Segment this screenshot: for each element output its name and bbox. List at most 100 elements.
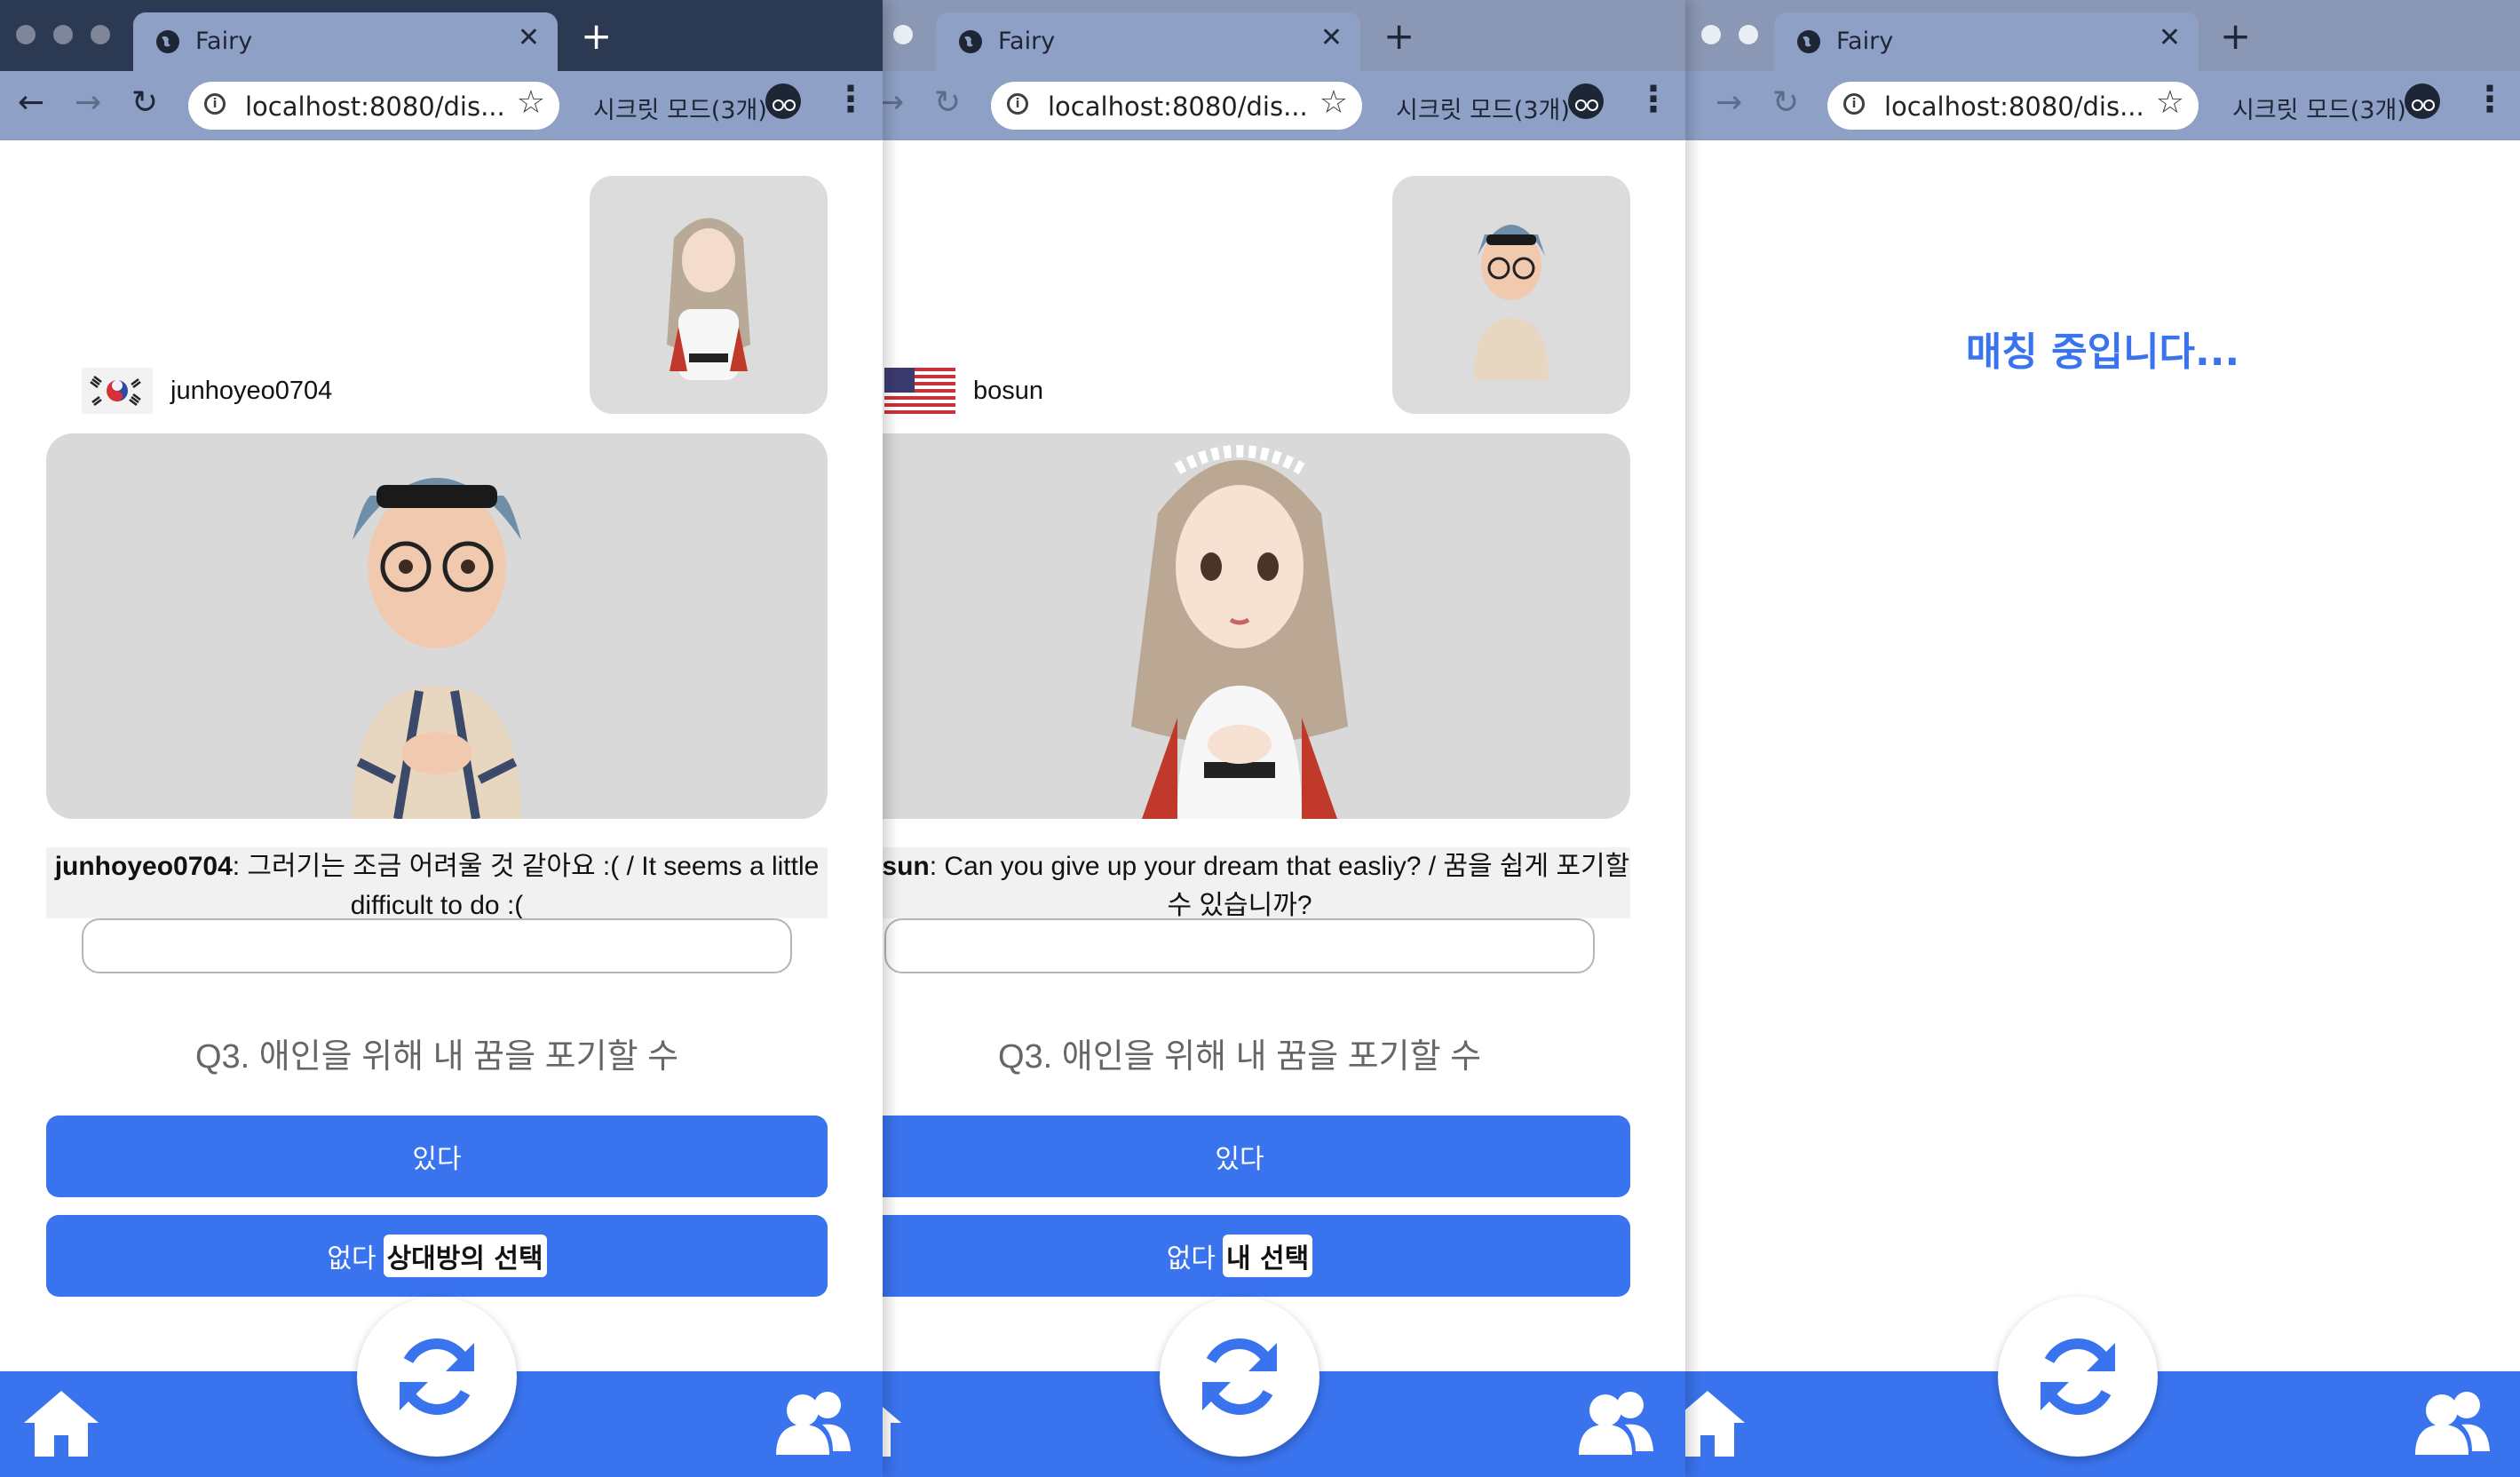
partner-video bbox=[46, 433, 828, 819]
reload-icon[interactable]: ↻ bbox=[1772, 87, 1799, 119]
url-text: localhost:8080/dis... bbox=[245, 91, 505, 122]
question-text: Q3. 애인을 위해 내 꿈을 포기할 수 bbox=[194, 1038, 679, 1076]
close-tab-icon[interactable]: ✕ bbox=[518, 25, 540, 52]
forward-arrow-icon[interactable]: → bbox=[883, 87, 904, 119]
star-icon[interactable]: ☆ bbox=[1319, 87, 1348, 119]
tab-title: Fairy bbox=[1836, 28, 1894, 55]
self-video-preview bbox=[1392, 176, 1630, 414]
friends-icon[interactable] bbox=[1575, 1389, 1655, 1455]
girl-avatar-icon bbox=[667, 218, 750, 380]
friends-icon[interactable] bbox=[2412, 1389, 2492, 1455]
info-icon[interactable]: i bbox=[1007, 93, 1028, 115]
back-arrow-icon[interactable]: ← bbox=[18, 87, 44, 119]
browser-window-1: Fairy ✕ + ← → ↻ i localhost:8080/dis... … bbox=[0, 0, 883, 1477]
home-icon[interactable] bbox=[21, 1387, 101, 1458]
chat-caption: bosun: Can you give up your dream that e… bbox=[883, 847, 1630, 918]
new-tab-button[interactable]: + bbox=[1383, 18, 1415, 55]
window-controls[interactable] bbox=[883, 25, 913, 44]
reload-icon[interactable]: ↻ bbox=[131, 87, 158, 119]
chat-caption: junhoyeo0704: 그러기는 조금 어려울 것 같아요 :( / It … bbox=[46, 847, 828, 918]
more-menu-icon[interactable]: ⋮ bbox=[2472, 82, 2508, 117]
answer-no-label: 없다 bbox=[327, 1243, 376, 1275]
answer-no-button[interactable]: 없다 내 선택 bbox=[883, 1215, 1630, 1297]
browser-toolbar: ← → ↻ i localhost:8080/dis... ☆ 시크릿 모드(3… bbox=[883, 71, 1685, 140]
browser-toolbar: ← → ↻ i localhost:8080/dis... ☆ 시크릿 모드(3… bbox=[0, 71, 883, 140]
selection-tag: 상대방의 선택 bbox=[383, 1235, 547, 1277]
girl-avatar-icon bbox=[1131, 445, 1348, 819]
partner-username: junhoyeo0704 bbox=[170, 377, 333, 405]
refresh-icon bbox=[2041, 1338, 2115, 1415]
tab-strip: Fairy ✕ + bbox=[1685, 0, 2520, 71]
reload-icon[interactable]: ↻ bbox=[934, 87, 961, 119]
refresh-icon bbox=[400, 1338, 474, 1415]
forward-arrow-icon[interactable]: → bbox=[75, 87, 101, 119]
url-text: localhost:8080/dis... bbox=[1048, 91, 1308, 122]
info-icon[interactable]: i bbox=[204, 93, 226, 115]
url-text: localhost:8080/dis... bbox=[1884, 91, 2144, 122]
rematch-button[interactable] bbox=[357, 1297, 517, 1457]
browser-tab[interactable]: Fairy ✕ bbox=[936, 12, 1360, 71]
forward-arrow-icon[interactable]: → bbox=[1716, 87, 1742, 119]
tab-strip: Fairy ✕ + bbox=[883, 0, 1685, 71]
boy-avatar-icon bbox=[1474, 225, 1549, 380]
globe-icon bbox=[959, 30, 982, 53]
window-controls[interactable] bbox=[1701, 25, 1758, 44]
browser-tab[interactable]: Fairy ✕ bbox=[1774, 12, 2199, 71]
tab-title: Fairy bbox=[195, 28, 253, 55]
answer-yes-button[interactable]: 있다 bbox=[883, 1116, 1630, 1197]
caption-speaker: junhoyeo0704 bbox=[54, 852, 233, 881]
answer-yes-button[interactable]: 있다 bbox=[46, 1116, 828, 1197]
close-tab-icon[interactable]: ✕ bbox=[2159, 25, 2181, 52]
incognito-icon[interactable] bbox=[2405, 83, 2440, 119]
browser-window-2: Fairy ✕ + ← → ↻ i localhost:8080/dis... … bbox=[883, 0, 1685, 1477]
incognito-label: 시크릿 모드(3개) bbox=[2232, 97, 2406, 124]
message-input[interactable] bbox=[884, 918, 1595, 973]
browser-window-3: Fairy ✕ + → ↻ i localhost:8080/dis... ☆ … bbox=[1685, 0, 2520, 1477]
selection-tag: 내 선택 bbox=[1222, 1235, 1313, 1277]
rematch-button[interactable] bbox=[1998, 1297, 2158, 1457]
more-menu-icon[interactable]: ⋮ bbox=[1636, 82, 1671, 117]
boy-avatar-icon bbox=[353, 478, 521, 819]
incognito-label: 시크릿 모드(3개) bbox=[1396, 97, 1570, 124]
refresh-icon bbox=[1202, 1338, 1277, 1415]
question-text: Q3. 애인을 위해 내 꿈을 포기할 수 bbox=[997, 1038, 1482, 1076]
self-video-preview bbox=[590, 176, 828, 414]
tab-strip: Fairy ✕ + bbox=[0, 0, 883, 71]
answer-no-button[interactable]: 없다 상대방의 선택 bbox=[46, 1215, 828, 1297]
info-icon[interactable]: i bbox=[1843, 93, 1865, 115]
message-input[interactable] bbox=[82, 918, 792, 973]
incognito-icon[interactable] bbox=[1568, 83, 1604, 119]
answer-yes-label: 있다 bbox=[1215, 1144, 1264, 1175]
address-bar[interactable]: i localhost:8080/dis... ☆ bbox=[188, 82, 559, 130]
more-menu-icon[interactable]: ⋮ bbox=[833, 82, 868, 117]
incognito-label: 시크릿 모드(3개) bbox=[593, 97, 767, 124]
incognito-icon[interactable] bbox=[765, 83, 801, 119]
tab-title: Fairy bbox=[998, 28, 1056, 55]
globe-icon bbox=[1797, 30, 1820, 53]
globe-icon bbox=[156, 30, 179, 53]
browser-toolbar: → ↻ i localhost:8080/dis... ☆ 시크릿 모드(3개)… bbox=[1685, 71, 2520, 140]
new-tab-button[interactable]: + bbox=[581, 18, 612, 55]
browser-tab[interactable]: Fairy ✕ bbox=[133, 12, 558, 71]
matching-status: 매칭 중입니다... bbox=[1965, 330, 2240, 375]
south-korea-flag-icon bbox=[82, 368, 153, 414]
window-controls[interactable] bbox=[16, 25, 110, 44]
partner-video bbox=[883, 433, 1630, 819]
star-icon[interactable]: ☆ bbox=[517, 87, 545, 119]
answer-no-label: 없다 bbox=[1166, 1243, 1216, 1275]
caption-speaker: bosun bbox=[883, 852, 930, 881]
home-icon[interactable] bbox=[883, 1387, 904, 1458]
rematch-button[interactable] bbox=[1160, 1297, 1319, 1457]
usa-flag-icon bbox=[884, 368, 955, 414]
star-icon[interactable]: ☆ bbox=[2156, 87, 2184, 119]
home-icon[interactable] bbox=[1685, 1387, 1747, 1458]
address-bar[interactable]: i localhost:8080/dis... ☆ bbox=[1827, 82, 2199, 130]
answer-yes-label: 있다 bbox=[412, 1144, 462, 1175]
partner-username: bosun bbox=[973, 377, 1044, 405]
close-tab-icon[interactable]: ✕ bbox=[1320, 25, 1343, 52]
caption-text: : 그러기는 조금 어려울 것 같아요 :( / It seems a litt… bbox=[232, 852, 820, 918]
address-bar[interactable]: i localhost:8080/dis... ☆ bbox=[991, 82, 1362, 130]
friends-icon[interactable] bbox=[773, 1389, 852, 1455]
caption-text: : Can you give up your dream that easliy… bbox=[929, 852, 1630, 918]
new-tab-button[interactable]: + bbox=[2220, 18, 2251, 55]
